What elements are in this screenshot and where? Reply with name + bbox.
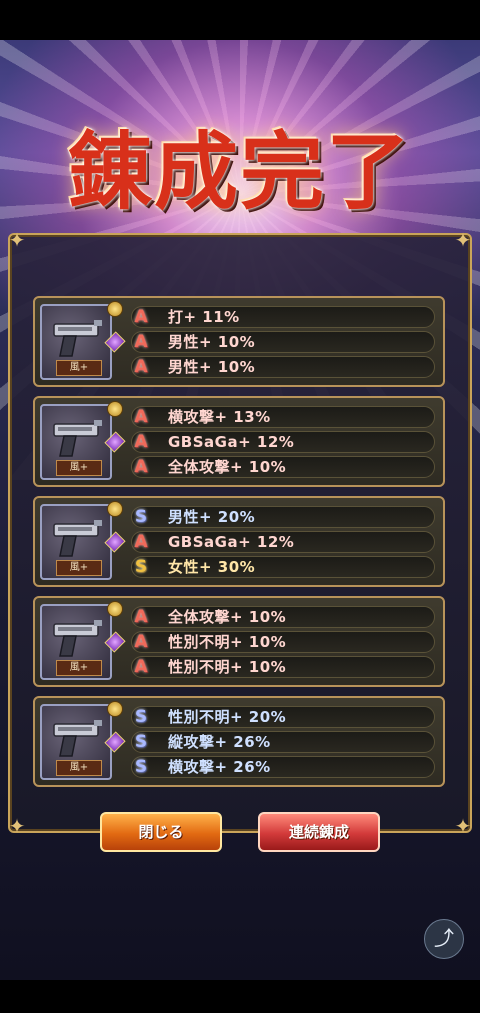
stat-text: 全体攻撃+ 10% <box>168 608 287 626</box>
stat-text: 性別不明+ 20% <box>168 708 287 726</box>
status-bar <box>0 0 480 40</box>
stat-row: A 打+ 11% <box>131 306 435 328</box>
rank-ss-icon: S <box>134 557 148 577</box>
rarity-medal-icon <box>107 401 123 417</box>
corner-ornament-icon: ✦ <box>8 814 26 838</box>
stat-text: 性別不明+ 10% <box>168 633 287 651</box>
stat-row: A GBSaGa+ 12% <box>131 531 435 553</box>
weapon-thumbnail[interactable]: 風+ <box>40 404 112 480</box>
rarity-medal-icon <box>107 701 123 717</box>
rank-a-icon: A <box>134 607 148 627</box>
rank-s-icon: S <box>134 507 148 527</box>
element-tag: 風+ <box>56 460 102 476</box>
stat-row: A GBSaGa+ 12% <box>131 431 435 453</box>
rank-s-icon: S <box>134 707 148 727</box>
element-tag: 風+ <box>56 760 102 776</box>
rank-s-icon: S <box>134 732 148 752</box>
stat-row: S 男性+ 20% <box>131 506 435 528</box>
weapon-thumbnail[interactable]: 風+ <box>40 604 112 680</box>
stat-row: A 男性+ 10% <box>131 356 435 378</box>
stat-text: 男性+ 10% <box>168 358 256 376</box>
navigation-bar <box>0 980 480 1013</box>
pistol-icon <box>53 320 102 357</box>
stat-row: A 男性+ 10% <box>131 331 435 353</box>
stat-text: GBSaGa+ 12% <box>168 433 295 451</box>
pistol-icon <box>53 720 102 757</box>
stat-row: A 全体攻撃+ 10% <box>131 456 435 478</box>
share-icon: ⤴ <box>434 926 454 950</box>
rarity-medal-icon <box>107 301 123 317</box>
stat-text: 全体攻撃+ 10% <box>168 458 287 476</box>
weapon-thumbnail[interactable]: 風+ <box>40 304 112 380</box>
result-title: 錬成完了 <box>67 121 412 221</box>
rarity-medal-icon <box>107 601 123 617</box>
rank-a-icon: A <box>134 457 148 477</box>
element-tag: 風+ <box>56 660 102 676</box>
stat-text: 女性+ 30% <box>168 558 256 576</box>
stat-row: A 横攻撃+ 13% <box>131 406 435 428</box>
rank-a-icon: A <box>134 657 148 677</box>
stat-row: S 横攻撃+ 26% <box>131 756 435 778</box>
rank-a-icon: A <box>134 307 148 327</box>
stat-text: 横攻撃+ 26% <box>168 758 271 776</box>
continue-refine-button[interactable]: 連続錬成 <box>258 812 380 852</box>
corner-ornament-icon: ✦ <box>8 228 26 252</box>
stat-text: 男性+ 20% <box>168 508 256 526</box>
corner-ornament-icon: ✦ <box>454 814 472 838</box>
stat-text: 男性+ 10% <box>168 333 256 351</box>
rank-a-icon: A <box>134 432 148 452</box>
stat-text: 打+ 11% <box>168 308 240 326</box>
stat-row: A 全体攻撃+ 10% <box>131 606 435 628</box>
corner-ornament-icon: ✦ <box>454 228 472 252</box>
stat-text: 性別不明+ 10% <box>168 658 287 676</box>
rank-s-icon: S <box>134 757 148 777</box>
stat-row: S 性別不明+ 20% <box>131 706 435 728</box>
weapon-result-card: 風+ A 全体攻撃+ 10% A 性別不明+ 10% A 性別不明+ 10% <box>33 596 445 687</box>
pistol-icon <box>53 420 102 457</box>
rarity-medal-icon <box>107 501 123 517</box>
stat-row: S 縦攻撃+ 26% <box>131 731 435 753</box>
stat-row: A 性別不明+ 10% <box>131 656 435 678</box>
weapon-thumbnail[interactable]: 風+ <box>40 704 112 780</box>
rank-a-icon: A <box>134 407 148 427</box>
element-tag: 風+ <box>56 560 102 576</box>
share-button[interactable]: ⤴ <box>424 919 464 959</box>
weapon-result-card: 風+ S 性別不明+ 20% S 縦攻撃+ 26% S 横攻撃+ 26% <box>33 696 445 787</box>
stat-text: 縦攻撃+ 26% <box>168 733 271 751</box>
weapon-thumbnail[interactable]: 風+ <box>40 504 112 580</box>
weapon-result-card: 風+ A 横攻撃+ 13% A GBSaGa+ 12% A 全体攻撃+ 10% <box>33 396 445 487</box>
stat-text: 横攻撃+ 13% <box>168 408 271 426</box>
pistol-icon <box>53 520 102 557</box>
stat-row: A 性別不明+ 10% <box>131 631 435 653</box>
rank-a-icon: A <box>134 332 148 352</box>
rank-a-icon: A <box>134 532 148 552</box>
stat-text: GBSaGa+ 12% <box>168 533 295 551</box>
element-tag: 風+ <box>56 360 102 376</box>
stat-row: S 女性+ 30% <box>131 556 435 578</box>
weapon-result-card: 風+ S 男性+ 20% A GBSaGa+ 12% S 女性+ 30% <box>33 496 445 587</box>
pistol-icon <box>53 620 102 657</box>
rank-a-icon: A <box>134 632 148 652</box>
weapon-result-card: 風+ A 打+ 11% A 男性+ 10% A 男性+ 10% <box>33 296 445 387</box>
close-button[interactable]: 閉じる <box>100 812 222 852</box>
rank-a-icon: A <box>134 357 148 377</box>
